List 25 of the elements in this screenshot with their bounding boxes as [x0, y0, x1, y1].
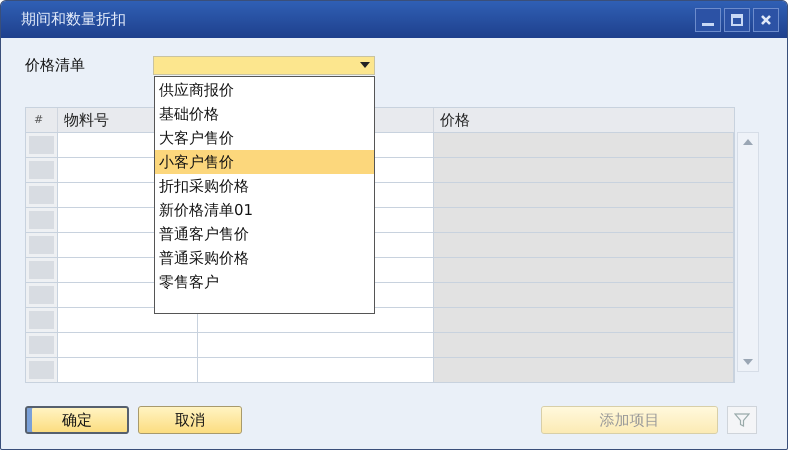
close-icon	[759, 12, 773, 26]
dropdown-option[interactable]: 普通采购价格	[155, 246, 374, 270]
scroll-down-icon	[743, 359, 753, 365]
column-header: 价格	[439, 110, 471, 131]
price-list-dropdown[interactable]	[153, 56, 375, 74]
dropdown-option[interactable]: 普通客户售价	[155, 222, 374, 246]
window-title: 期间和数量折扣	[21, 10, 127, 29]
minimize-icon	[702, 22, 714, 26]
maximize-button[interactable]	[724, 8, 750, 32]
caret-icon	[360, 62, 370, 68]
field-label: 价格清单	[25, 56, 86, 74]
dialog-button[interactable]: 确定	[25, 406, 129, 434]
scrollbar[interactable]	[737, 132, 759, 372]
maximize-icon	[730, 12, 744, 26]
dropdown-option[interactable]: 供应商报价	[155, 78, 374, 102]
dropdown-option[interactable]: 小客户售价	[155, 150, 374, 174]
close-button[interactable]	[753, 8, 779, 32]
filter-button[interactable]	[727, 406, 757, 434]
dialog-button[interactable]: 取消	[138, 406, 242, 434]
minimize-button[interactable]	[695, 8, 721, 32]
dropdown-option[interactable]: 新价格清单01	[155, 198, 374, 222]
dropdown-option[interactable]: 折扣采购价格	[155, 174, 374, 198]
dropdown-option[interactable]: 零售客户	[155, 270, 374, 294]
scroll-up-icon	[743, 139, 753, 145]
filter-icon	[734, 412, 750, 428]
